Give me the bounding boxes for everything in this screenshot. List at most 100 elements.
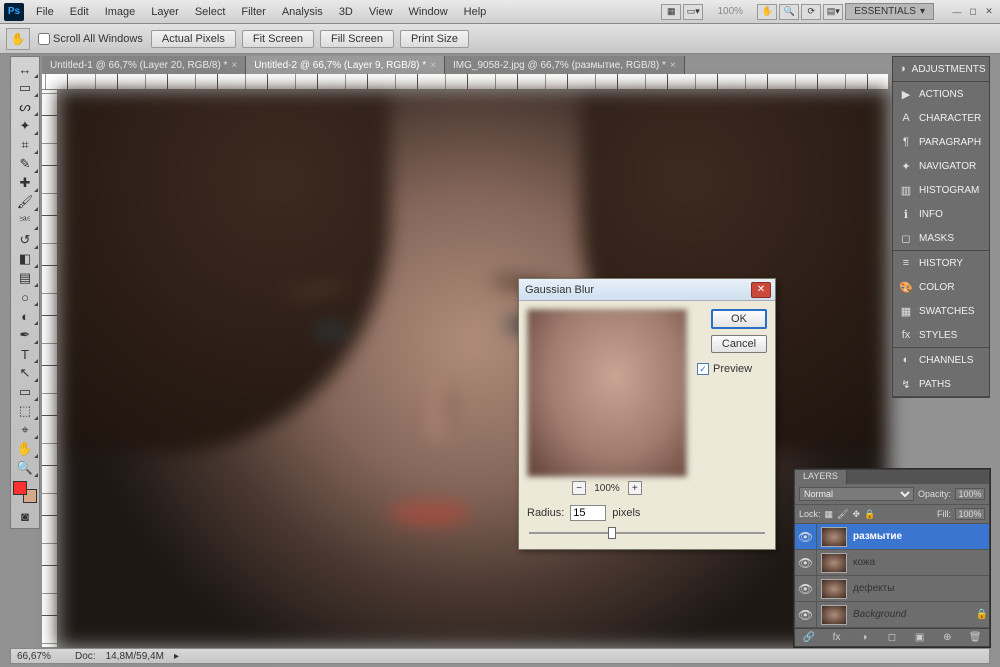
- lock-transparency-icon[interactable]: ▦: [825, 509, 834, 520]
- layers-action-1[interactable]: fx: [829, 632, 845, 643]
- panel-history[interactable]: ≡HISTORY: [893, 251, 989, 275]
- ok-button[interactable]: OK: [711, 309, 767, 329]
- tool-brush[interactable]: 🖌: [12, 193, 38, 211]
- panel-character[interactable]: ACHARACTER: [893, 106, 989, 130]
- blend-mode-select[interactable]: Normal: [799, 487, 914, 501]
- tool-lasso[interactable]: ᔕ: [12, 98, 38, 116]
- quickmask-icon[interactable]: ◙: [12, 507, 38, 525]
- tool-pen[interactable]: ✒: [12, 326, 38, 344]
- dialog-zoom-in[interactable]: +: [628, 481, 642, 495]
- tool-wand[interactable]: ✦: [12, 117, 38, 135]
- lock-all-icon[interactable]: 🔒: [864, 509, 875, 520]
- layer-row[interactable]: 👁размытие: [795, 524, 989, 550]
- layers-action-2[interactable]: ◑: [856, 632, 872, 643]
- menu-image[interactable]: Image: [97, 3, 144, 21]
- hand-tool-icon[interactable]: ✋: [757, 4, 777, 20]
- tool-heal[interactable]: ✚: [12, 174, 38, 192]
- tool-3d[interactable]: ⬚: [12, 402, 38, 420]
- tool-gradient[interactable]: ▤: [12, 269, 38, 287]
- menu-filter[interactable]: Filter: [233, 3, 273, 21]
- fill-value[interactable]: 100%: [955, 508, 985, 520]
- dialog-titlebar[interactable]: Gaussian Blur ✕: [519, 279, 775, 301]
- visibility-icon[interactable]: 👁: [795, 576, 817, 601]
- dialog-zoom-out[interactable]: −: [572, 481, 586, 495]
- preview-checkbox[interactable]: ✓Preview: [697, 363, 752, 375]
- status-dropdown-icon[interactable]: ▸: [174, 651, 179, 662]
- options-print-size[interactable]: Print Size: [400, 30, 469, 48]
- radius-slider[interactable]: [529, 527, 765, 539]
- panel-actions[interactable]: ▶ACTIONS: [893, 82, 989, 106]
- panel-navigator[interactable]: ✦NAVIGATOR: [893, 154, 989, 178]
- layer-row[interactable]: 👁кожа: [795, 550, 989, 576]
- tool-stamp[interactable]: ⎃: [12, 212, 38, 230]
- tab-close-icon[interactable]: ×: [670, 60, 676, 71]
- layer-thumbnail[interactable]: [821, 553, 847, 573]
- menu-select[interactable]: Select: [187, 3, 234, 21]
- lock-position-icon[interactable]: ✥: [852, 509, 860, 520]
- options-fill-screen[interactable]: Fill Screen: [320, 30, 394, 48]
- layer-thumbnail[interactable]: [821, 579, 847, 599]
- layers-tab[interactable]: LAYERS: [795, 470, 847, 484]
- window-restore-icon[interactable]: ◻: [966, 6, 980, 18]
- menu-help[interactable]: Help: [456, 3, 495, 21]
- menu-edit[interactable]: Edit: [62, 3, 97, 21]
- radius-input[interactable]: [570, 505, 606, 521]
- launch-bridge-icon[interactable]: ▦: [661, 4, 681, 20]
- layer-thumbnail[interactable]: [821, 527, 847, 547]
- menu-view[interactable]: View: [361, 3, 401, 21]
- panel-masks[interactable]: ◻MASKS: [893, 226, 989, 250]
- tool-hand[interactable]: ✋: [12, 440, 38, 458]
- options-actual-pixels[interactable]: Actual Pixels: [151, 30, 236, 48]
- panel-swatches[interactable]: ▦SWATCHES: [893, 299, 989, 323]
- tool-history-brush[interactable]: ↺: [12, 231, 38, 249]
- layer-row[interactable]: 👁дефекты: [795, 576, 989, 602]
- options-fit-screen[interactable]: Fit Screen: [242, 30, 314, 48]
- tool-crop[interactable]: ⌗: [12, 136, 38, 154]
- dialog-close-icon[interactable]: ✕: [751, 282, 771, 298]
- panel-adjustments[interactable]: ◑ADJUSTMENTS: [893, 57, 989, 81]
- menu-layer[interactable]: Layer: [143, 3, 187, 21]
- opacity-value[interactable]: 100%: [955, 488, 985, 500]
- arrange-docs-icon[interactable]: ▤▾: [823, 4, 843, 20]
- panel-paragraph[interactable]: ¶PARAGRAPH: [893, 130, 989, 154]
- panel-info[interactable]: ℹINFO: [893, 202, 989, 226]
- rotate-view-icon[interactable]: ⟳: [801, 4, 821, 20]
- dialog-preview[interactable]: [527, 309, 687, 477]
- tool-blur[interactable]: ○: [12, 288, 38, 306]
- window-min-icon[interactable]: —: [950, 6, 964, 18]
- panel-color[interactable]: 🎨COLOR: [893, 275, 989, 299]
- panel-styles[interactable]: fxSTYLES: [893, 323, 989, 347]
- screen-mode-icon[interactable]: ▭▾: [683, 4, 703, 20]
- visibility-icon[interactable]: 👁: [795, 550, 817, 575]
- menu-file[interactable]: File: [28, 3, 62, 21]
- visibility-icon[interactable]: 👁: [795, 602, 817, 627]
- tool-shape[interactable]: ▭: [12, 383, 38, 401]
- menu-analysis[interactable]: Analysis: [274, 3, 331, 21]
- tool-type[interactable]: T: [12, 345, 38, 363]
- tool-eraser[interactable]: ◧: [12, 250, 38, 268]
- tab-close-icon[interactable]: ×: [430, 60, 436, 71]
- tool-marquee[interactable]: ▭: [12, 79, 38, 97]
- layers-action-6[interactable]: 🗑: [967, 632, 983, 643]
- tab-close-icon[interactable]: ×: [231, 60, 237, 71]
- cancel-button[interactable]: Cancel: [711, 335, 767, 353]
- doc-tab[interactable]: Untitled-2 @ 66,7% (Layer 9, RGB/8) *×: [246, 56, 445, 74]
- menu-window[interactable]: Window: [401, 3, 456, 21]
- panel-histogram[interactable]: ▥HISTOGRAM: [893, 178, 989, 202]
- layers-action-4[interactable]: ▣: [912, 632, 928, 643]
- tool-path-sel[interactable]: ↖: [12, 364, 38, 382]
- doc-tab[interactable]: IMG_9058-2.jpg @ 66,7% (размытие, RGB/8)…: [445, 56, 685, 74]
- tool-eyedrop[interactable]: ✎: [12, 155, 38, 173]
- scroll-all-checkbox[interactable]: Scroll All Windows: [38, 33, 143, 45]
- layer-row[interactable]: 👁Background🔒: [795, 602, 989, 628]
- panel-paths[interactable]: ↯PATHS: [893, 372, 989, 396]
- window-close-icon[interactable]: ✕: [982, 6, 996, 18]
- tool-move[interactable]: ↔: [12, 60, 38, 78]
- workspace-switcher[interactable]: ESSENTIALS▾: [845, 3, 934, 20]
- tool-zoom[interactable]: 🔍: [12, 459, 38, 477]
- visibility-icon[interactable]: 👁: [795, 524, 817, 549]
- tool-3d-cam[interactable]: ⌖: [12, 421, 38, 439]
- lock-pixels-icon[interactable]: 🖌: [837, 509, 848, 520]
- layer-thumbnail[interactable]: [821, 605, 847, 625]
- panel-channels[interactable]: ◐CHANNELS: [893, 348, 989, 372]
